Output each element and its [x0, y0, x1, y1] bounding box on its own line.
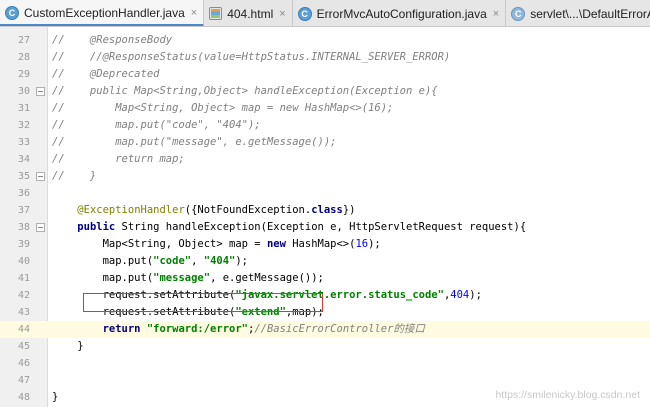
line-number: 27	[17, 35, 30, 46]
code-line[interactable]: 40 map.put("code", "404");	[0, 253, 650, 270]
code-text: // map.put("message", e.getMessage());	[52, 136, 337, 148]
line-number: 43	[17, 307, 30, 318]
fold-toggle-icon[interactable]	[36, 223, 45, 232]
line-number: 30	[17, 86, 30, 97]
line-number: 35	[17, 171, 30, 182]
watermark: https://smilenicky.blog.csdn.net	[495, 389, 640, 401]
code-text: public String handleException(Exception …	[77, 221, 527, 233]
line-number: 33	[17, 137, 30, 148]
line-number: 39	[17, 239, 30, 250]
code-line[interactable]: 38 public String handleException(Excepti…	[0, 219, 650, 236]
code-line[interactable]: 32 // map.put("code", "404");	[0, 117, 650, 134]
tab-custom-exception-handler[interactable]: C CustomExceptionHandler.java ×	[0, 0, 205, 26]
code-text: Map<String, Object> map = new HashMap<>(…	[52, 238, 381, 250]
code-editor[interactable]: 27 // @ResponseBody 28 // //@ResponseStatus…	[0, 27, 650, 407]
line-number: 40	[17, 256, 30, 267]
code-line[interactable]: 47	[0, 372, 650, 389]
code-line[interactable]: 42 request.setAttribute("javax.servlet.e…	[0, 287, 650, 304]
code-line[interactable]: 36	[0, 185, 650, 202]
code-text: // @Deprecated	[52, 68, 160, 80]
code-text: // public Map<String,Object> handleExcep…	[52, 85, 438, 97]
line-number: 37	[17, 205, 30, 216]
line-number: 46	[17, 358, 30, 369]
html-file-icon	[209, 7, 223, 20]
fold-toggle-icon[interactable]	[36, 87, 45, 96]
java-class-icon: C	[5, 6, 19, 20]
tab-label: ErrorMvcAutoConfiguration.java	[316, 6, 487, 21]
code-line[interactable]: 34 // return map;	[0, 151, 650, 168]
code-line[interactable]: 33 // map.put("message", e.getMessage());	[0, 134, 650, 151]
line-number: 42	[17, 290, 30, 301]
line-number: 48	[17, 392, 30, 403]
line-number: 45	[17, 341, 30, 352]
close-icon[interactable]: ×	[493, 8, 499, 20]
code-line[interactable]: 41 map.put("message", e.getMessage());	[0, 270, 650, 287]
line-number: 36	[17, 188, 30, 199]
code-text: // //@ResponseStatus(value=HttpStatus.IN…	[52, 51, 451, 63]
code-line[interactable]: 43 request.setAttribute("extend",map);	[0, 304, 650, 321]
java-class-icon: C	[297, 6, 312, 21]
java-class-icon: C	[511, 6, 526, 21]
code-text: // @ResponseBody	[52, 34, 173, 46]
code-line[interactable]: 30 // public Map<String,Object> handleExc…	[0, 83, 650, 100]
line-number: 31	[17, 103, 30, 114]
code-text: // }	[52, 170, 97, 182]
code-line[interactable]: 44 return "forward:/error";//BasicErrorC…	[0, 321, 650, 338]
code-text: map.put("message", e.getMessage());	[52, 272, 324, 284]
close-icon[interactable]: ×	[279, 8, 285, 20]
line-number: 44	[17, 324, 30, 335]
editor-tab-bar: C CustomExceptionHandler.java × 404.html…	[0, 0, 650, 27]
code-text: map.put("code", "404");	[52, 255, 249, 267]
line-number: 41	[17, 273, 30, 284]
close-icon[interactable]: ×	[191, 7, 197, 19]
line-number: 28	[17, 52, 30, 63]
line-number: 32	[17, 120, 30, 131]
code-text: request.setAttribute("javax.servlet.erro…	[52, 289, 482, 301]
code-text: // Map<String, Object> map = new HashMap…	[52, 102, 394, 114]
line-number: 38	[17, 222, 30, 233]
line-number: 47	[17, 375, 30, 386]
code-text: request.setAttribute("extend",map);	[52, 306, 324, 318]
code-text: // map.put("code", "404");	[52, 119, 261, 131]
code-line[interactable]: 35 // }	[0, 168, 650, 185]
tab-label: 404.html	[227, 6, 274, 21]
tab-label: servlet\...\DefaultErrorAttributes.class	[530, 6, 650, 21]
code-line[interactable]: 45 }	[0, 338, 650, 355]
code-line[interactable]: 37 @ExceptionHandler({NotFoundException.…	[0, 202, 650, 219]
line-number: 29	[17, 69, 30, 80]
code-line[interactable]: 29 // @Deprecated	[0, 66, 650, 83]
tab-error-mvc-auto-configuration[interactable]: C ErrorMvcAutoConfiguration.java ×	[292, 0, 507, 26]
code-text: }	[52, 340, 84, 352]
fold-toggle-icon[interactable]	[36, 172, 45, 181]
code-line[interactable]: 27 // @ResponseBody	[0, 32, 650, 49]
code-text: return "forward:/error";//BasicErrorCont…	[102, 323, 425, 335]
line-number: 34	[17, 154, 30, 165]
code-text: @ExceptionHandler({NotFoundException.cla…	[77, 204, 356, 216]
code-text: }	[52, 391, 59, 403]
code-line[interactable]: 31 // Map<String, Object> map = new HashM…	[0, 100, 650, 117]
code-text: // return map;	[52, 153, 185, 165]
code-line[interactable]: 46	[0, 355, 650, 372]
tab-label: CustomExceptionHandler.java	[24, 6, 185, 20]
tab-default-error-attributes[interactable]: C servlet\...\DefaultErrorAttributes.cla…	[506, 0, 650, 26]
code-line[interactable]: 39 Map<String, Object> map = new HashMap…	[0, 236, 650, 253]
tab-404-html[interactable]: 404.html ×	[204, 0, 293, 26]
code-line[interactable]: 28 // //@ResponseStatus(value=HttpStatus.…	[0, 49, 650, 66]
